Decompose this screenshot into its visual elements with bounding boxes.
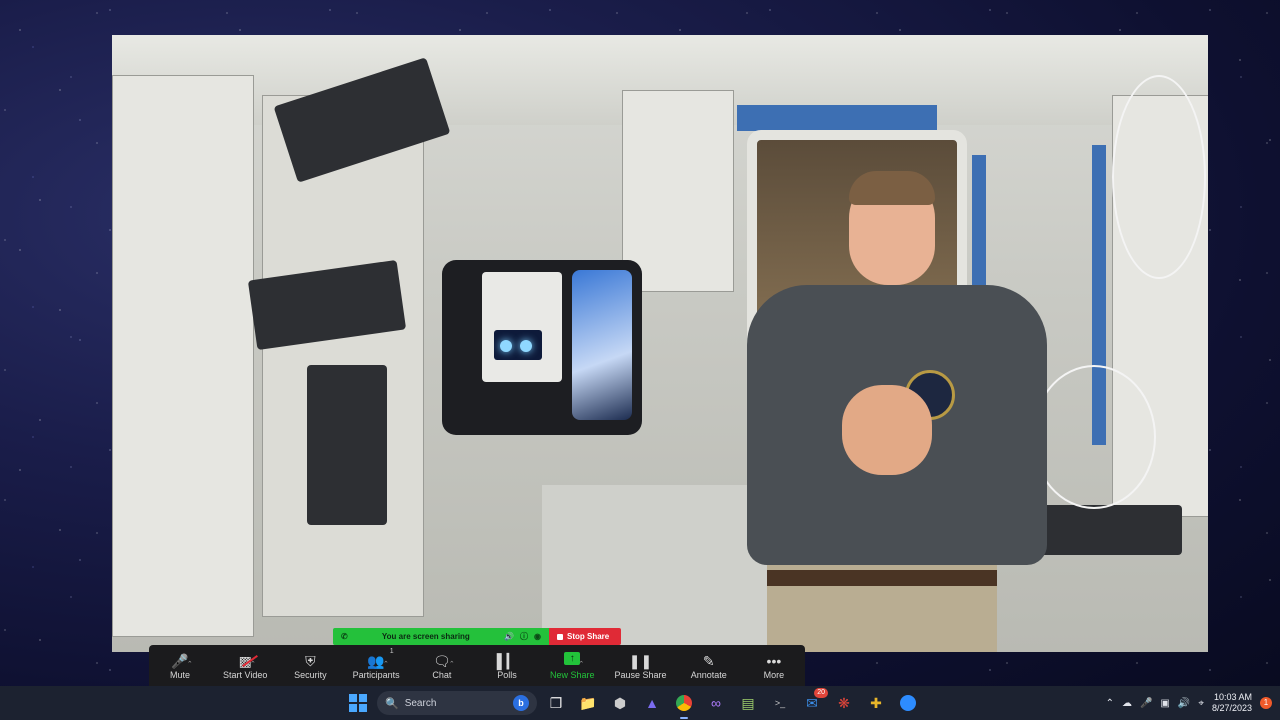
speaker-icon[interactable]: 🔊 [504, 632, 514, 641]
terminal-icon[interactable]: >_ [767, 690, 793, 716]
security-button[interactable]: ⛨ Security [287, 648, 333, 684]
shared-video-frame [112, 35, 1208, 652]
info-icon[interactable]: ⓘ [520, 631, 528, 642]
chat-button[interactable]: 🗨 ⌃ Chat [419, 648, 465, 684]
chevron-up-icon[interactable]: ⌃ [449, 656, 455, 674]
more-dots-icon: ••• [766, 652, 782, 669]
screen-sharing-label: You are screen sharing [381, 632, 470, 641]
astronaut-belt [767, 570, 997, 586]
astronaut [727, 171, 1057, 652]
pause-share-label: Pause Share [614, 669, 667, 680]
app-icon[interactable]: ⬢ [607, 690, 633, 716]
shield-icon: ⛨ [305, 652, 316, 669]
chevron-up-icon[interactable]: ⌃ [578, 656, 584, 674]
zoom-icon[interactable] [895, 690, 921, 716]
task-view-icon[interactable]: ❐ [543, 690, 569, 716]
share-arrow-icon: ↑ ⌃ [564, 651, 584, 670]
microphone-icon: 🎤 ⌃ [171, 652, 192, 670]
clock[interactable]: 10:03 AM 8/27/2023 [1212, 692, 1252, 714]
search-icon: 🔍 [385, 697, 399, 710]
astronaut-hands [842, 385, 932, 475]
security-label: Security [294, 669, 327, 680]
astrobee-robot [442, 260, 642, 435]
chevron-up-icon[interactable]: ⌃ [383, 656, 389, 674]
more-button[interactable]: ••• More [751, 648, 797, 684]
participants-label: Participants [352, 669, 400, 680]
equipment-rack-left-2 [262, 95, 424, 617]
screen-sharing-status[interactable]: ✆ You are screen sharing 🔊 ⓘ ◉ [333, 628, 549, 645]
pause-share-button[interactable]: ❚❚ Pause Share [614, 648, 666, 684]
chevron-up-icon[interactable]: ⌃ [187, 656, 193, 674]
bing-icon[interactable]: b [513, 695, 529, 711]
shield-icon[interactable]: ◉ [534, 632, 541, 641]
new-share-label: New Share [549, 669, 595, 680]
windows-taskbar: 🔍 Search b ❐ 📁 ⬢ ▲ ∞ ▤ >_ ✉ 20 ❋ ✚ ⌃ ☁ 🎤 … [0, 686, 1280, 720]
polls-button[interactable]: ▌▎ Polls [484, 648, 530, 684]
new-share-button[interactable]: ↑ ⌃ New Share [549, 648, 595, 684]
chrome-icon[interactable] [671, 690, 697, 719]
screen-sharing-banner: ✆ You are screen sharing 🔊 ⓘ ◉ Stop Shar… [333, 628, 621, 645]
pause-icon: ❚❚ [628, 652, 653, 669]
meeting-toolbar: 🎤 ⌃ Mute ▩ ⌃ Start Video ⛨ Security 👥 ⌃ 1 P… [149, 645, 805, 686]
outlook-icon[interactable]: ✉ 20 [799, 688, 828, 716]
astronaut-hair [849, 171, 935, 205]
robot-side-panel [572, 270, 632, 420]
polls-label: Polls [497, 669, 517, 680]
clock-date: 8/27/2023 [1211, 703, 1252, 713]
cable-loop [1112, 75, 1206, 279]
equipment-box [307, 365, 387, 525]
file-explorer-icon[interactable]: 📁 [575, 690, 601, 716]
video-off-icon: ▩ ⌃ [239, 652, 258, 670]
cloud-icon[interactable]: ☁ [1122, 698, 1132, 709]
stop-share-label: Stop Share [567, 632, 610, 641]
network-icon[interactable]: ⌖ [1198, 698, 1204, 709]
participants-icon: 👥 ⌃ [367, 652, 388, 670]
system-tray: ⌃ ☁ 🎤 ▣ 🔊 ⌖ 10:03 AM 8/27/2023 1 [1106, 686, 1272, 720]
stop-icon [557, 633, 563, 640]
clock-time: 10:03 AM [1213, 692, 1252, 702]
chevron-up-icon[interactable]: ⌃ [1106, 698, 1114, 709]
volume-icon[interactable]: 🔊 [1178, 698, 1190, 709]
notification-badge: 20 [814, 688, 828, 698]
stop-share-button[interactable]: Stop Share [549, 628, 621, 645]
more-label: More [763, 669, 785, 680]
hatch-frame-top [737, 105, 937, 131]
annotate-label: Annotate [690, 669, 727, 680]
start-button[interactable] [345, 690, 371, 716]
phone-icon: ✆ [341, 632, 348, 641]
lobster-app-icon[interactable]: ❋ [831, 690, 857, 716]
taskbar-apps: 🔍 Search b ❐ 📁 ⬢ ▲ ∞ ▤ >_ ✉ 20 ❋ ✚ [345, 686, 921, 720]
slack-icon[interactable]: ✚ [863, 690, 889, 716]
robot-panel [482, 272, 562, 382]
equipment-rack-left [112, 75, 254, 637]
pencil-icon: ✎ [702, 652, 715, 669]
robot-eye-left [500, 340, 512, 352]
equipment-rack-center [622, 90, 734, 292]
windows-logo-icon [349, 694, 367, 712]
visual-studio-icon[interactable]: ▲ [639, 690, 665, 716]
participants-count: 1 [389, 647, 394, 655]
annotate-button[interactable]: ✎ Annotate [686, 648, 732, 684]
notification-icon[interactable]: 1 [1260, 697, 1272, 709]
taskbar-search[interactable]: 🔍 Search b [377, 691, 537, 715]
bar-chart-icon: ▌▎ [496, 652, 518, 669]
chat-icon: 🗨 ⌃ [433, 652, 455, 670]
search-placeholder: Search [404, 697, 437, 709]
mute-button[interactable]: 🎤 ⌃ Mute [157, 648, 203, 684]
chevron-up-icon[interactable]: ⌃ [250, 656, 256, 674]
microphone-icon[interactable]: 🎤 [1140, 698, 1152, 709]
notepad-icon[interactable]: ▤ [735, 690, 761, 716]
robot-eye-right [520, 340, 532, 352]
start-video-label: Start Video [223, 669, 268, 680]
start-video-button[interactable]: ▩ ⌃ Start Video [222, 648, 268, 684]
visual-studio-purple-icon[interactable]: ∞ [703, 690, 729, 716]
display-icon[interactable]: ▣ [1160, 698, 1169, 709]
participants-button[interactable]: 👥 ⌃ 1 Participants [353, 648, 400, 684]
